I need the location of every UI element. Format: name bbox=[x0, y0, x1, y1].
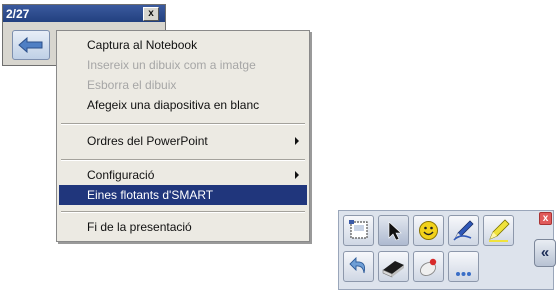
menu-item-smart-floating-tools[interactable]: Eines flotants d'SMART bbox=[59, 185, 307, 205]
submenu-arrow-icon bbox=[295, 171, 299, 179]
select-tool[interactable] bbox=[378, 215, 409, 246]
more-tools-icon bbox=[456, 272, 471, 276]
palette-expand-button[interactable]: « bbox=[534, 239, 556, 267]
more-tools-button[interactable] bbox=[448, 251, 479, 282]
yellow-highlighter-icon bbox=[489, 219, 510, 242]
menu-item-add-blank-slide[interactable]: Afegeix una diapositiva en blanc bbox=[59, 95, 307, 115]
navigator-titlebar[interactable]: 2/27 x bbox=[3, 5, 165, 22]
menu-item-label: Ordres del PowerPoint bbox=[87, 134, 208, 148]
menu-separator bbox=[61, 211, 305, 213]
menu-separator bbox=[61, 159, 305, 161]
undo-tool[interactable] bbox=[343, 251, 374, 282]
screen-capture-icon bbox=[349, 220, 368, 239]
ink-dropper-tool[interactable] bbox=[413, 251, 444, 282]
highlighter-tool[interactable] bbox=[483, 215, 514, 246]
menu-separator bbox=[61, 123, 305, 125]
undo-icon bbox=[349, 256, 366, 274]
select-arrow-icon bbox=[388, 221, 402, 241]
menu-item-end-presentation[interactable]: Fi de la presentació bbox=[59, 217, 307, 237]
blue-pen-icon bbox=[453, 220, 474, 241]
eraser-tool[interactable] bbox=[378, 251, 409, 282]
menu-item-insert-drawing-as-image: Insereix un dibuix com a imatge bbox=[87, 58, 256, 72]
menu-item-label: Configuració bbox=[87, 168, 155, 182]
close-button[interactable]: x bbox=[143, 6, 159, 21]
slide-counter: 2/27 bbox=[6, 6, 30, 21]
palette-close-button[interactable]: x bbox=[539, 212, 552, 225]
menu-item-settings[interactable]: Configuració bbox=[59, 165, 307, 185]
menu-item-capture-to-notebook[interactable]: Captura al Notebook bbox=[59, 35, 307, 55]
pen-tool[interactable] bbox=[448, 215, 479, 246]
left-arrow-icon bbox=[18, 37, 43, 53]
presentation-context-menu: Captura al Notebook Insereix un dibuix c… bbox=[56, 30, 310, 242]
eraser-icon bbox=[382, 261, 404, 278]
smiley-stamp-icon bbox=[419, 221, 438, 240]
submenu-arrow-icon bbox=[295, 137, 299, 145]
stamp-tool[interactable] bbox=[413, 215, 444, 246]
menu-item-powerpoint-commands[interactable]: Ordres del PowerPoint bbox=[59, 131, 307, 151]
menu-item-clear-drawing: Esborra el dibuix bbox=[87, 78, 177, 92]
screen-capture-tool[interactable] bbox=[343, 215, 374, 246]
previous-slide-button[interactable] bbox=[12, 30, 50, 60]
ink-dropper-icon bbox=[420, 258, 437, 277]
